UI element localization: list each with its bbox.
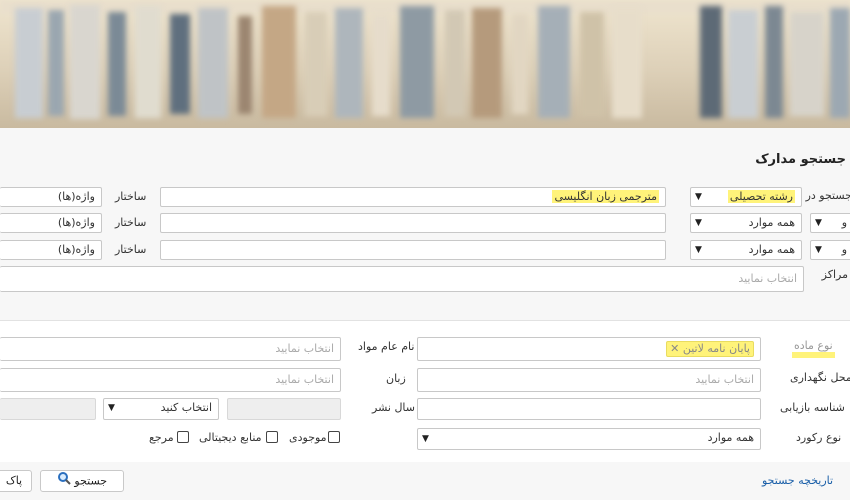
call-number-input[interactable] <box>417 398 761 420</box>
location-label: محل نگهداری <box>790 371 850 384</box>
search-term-input-1[interactable]: مترجمی زبان انگلیسی <box>160 187 666 207</box>
close-icon[interactable]: ✕ <box>670 342 679 355</box>
inventory-checkbox-label: موجودی <box>289 431 327 444</box>
operator-select-3[interactable]: و ▼ <box>810 240 850 260</box>
record-type-select[interactable]: همه موارد ▼ <box>417 428 761 450</box>
chevron-down-icon: ▼ <box>695 192 702 202</box>
chevron-down-icon: ▼ <box>815 218 822 228</box>
pub-year-from-input[interactable] <box>0 398 96 420</box>
search-field-value-1: رشته تحصیلی <box>727 190 795 203</box>
chevron-down-icon: ▼ <box>815 245 822 255</box>
clear-button-label: پاک <box>5 474 23 487</box>
search-history-link[interactable]: تاریخچه جستجو <box>762 474 833 487</box>
structure-input-3[interactable]: واژه(ها) <box>0 240 102 260</box>
search-field-select-1[interactable]: رشته تحصیلی ▼ <box>690 187 802 207</box>
search-field-select-2[interactable]: همه موارد ▼ <box>690 213 802 233</box>
digital-resources-checkbox[interactable] <box>266 431 278 443</box>
search-icon <box>57 471 71 492</box>
call-number-label: شناسه بازیابی <box>780 401 845 414</box>
language-select[interactable]: انتخاب نمایید <box>0 368 341 392</box>
operator-value-2: و <box>841 216 847 229</box>
search-term-value-1: مترجمی زبان انگلیسی <box>552 190 659 203</box>
pub-year-select-value: انتخاب کنید <box>160 401 212 414</box>
record-type-label: نوع رکورد <box>796 431 842 444</box>
header-banner-image <box>0 0 850 128</box>
pub-year-to-input[interactable] <box>227 398 341 420</box>
digital-resources-checkbox-label: منابع دیجیتالی <box>199 431 262 444</box>
inventory-checkbox[interactable] <box>328 431 340 443</box>
search-field-value-3: همه موارد <box>748 243 795 256</box>
clear-button[interactable]: پاک <box>0 470 32 492</box>
centers-label: مراکز <box>821 268 848 281</box>
operator-value-3: و <box>841 243 847 256</box>
structure-input-1[interactable]: واژه(ها) <box>0 187 102 207</box>
structure-value-3: واژه(ها) <box>57 243 95 256</box>
structure-label-1: ساختار <box>115 190 147 203</box>
page-title: جستجو مدارک <box>755 152 846 167</box>
general-material-select[interactable]: انتخاب نمایید <box>0 337 341 361</box>
structure-input-2[interactable]: واژه(ها) <box>0 213 102 233</box>
language-placeholder: انتخاب نمایید <box>275 373 334 386</box>
search-field-value-2: همه موارد <box>748 216 795 229</box>
chevron-down-icon: ▼ <box>422 434 429 444</box>
chevron-down-icon: ▼ <box>695 218 702 228</box>
record-type-value: همه موارد <box>707 431 754 444</box>
general-material-label: نام عام مواد <box>358 340 415 353</box>
search-in-label: جستجو در <box>805 189 850 202</box>
chevron-down-icon: ▼ <box>108 403 115 413</box>
pub-year-label: سال نشر <box>372 401 416 414</box>
general-material-placeholder: انتخاب نمایید <box>275 342 334 355</box>
search-term-input-3[interactable] <box>160 240 666 260</box>
material-type-label: نوع ماده <box>792 339 835 358</box>
centers-select[interactable]: انتخاب نمایید <box>0 266 804 292</box>
reference-checkbox-label: مرجع <box>149 431 174 444</box>
pub-year-select[interactable]: انتخاب کنید ▼ <box>103 398 219 420</box>
material-type-select[interactable]: پایان نامه لاتین ✕ <box>417 337 761 361</box>
location-placeholder: انتخاب نمایید <box>695 373 754 386</box>
chevron-down-icon: ▼ <box>695 245 702 255</box>
language-label: زبان <box>386 372 406 385</box>
centers-placeholder: انتخاب نمایید <box>738 272 797 285</box>
material-type-tag[interactable]: پایان نامه لاتین ✕ <box>666 341 754 357</box>
location-select[interactable]: انتخاب نمایید <box>417 368 761 392</box>
reference-checkbox[interactable] <box>177 431 189 443</box>
search-term-input-2[interactable] <box>160 213 666 233</box>
search-button[interactable]: جستجو <box>40 470 124 492</box>
structure-value-2: واژه(ها) <box>57 216 95 229</box>
structure-value-1: واژه(ها) <box>57 190 95 203</box>
search-field-select-3[interactable]: همه موارد ▼ <box>690 240 802 260</box>
operator-select-2[interactable]: و ▼ <box>810 213 850 233</box>
structure-label-2: ساختار <box>115 216 147 229</box>
search-button-label: جستجو <box>74 474 108 488</box>
structure-label-3: ساختار <box>115 243 147 256</box>
